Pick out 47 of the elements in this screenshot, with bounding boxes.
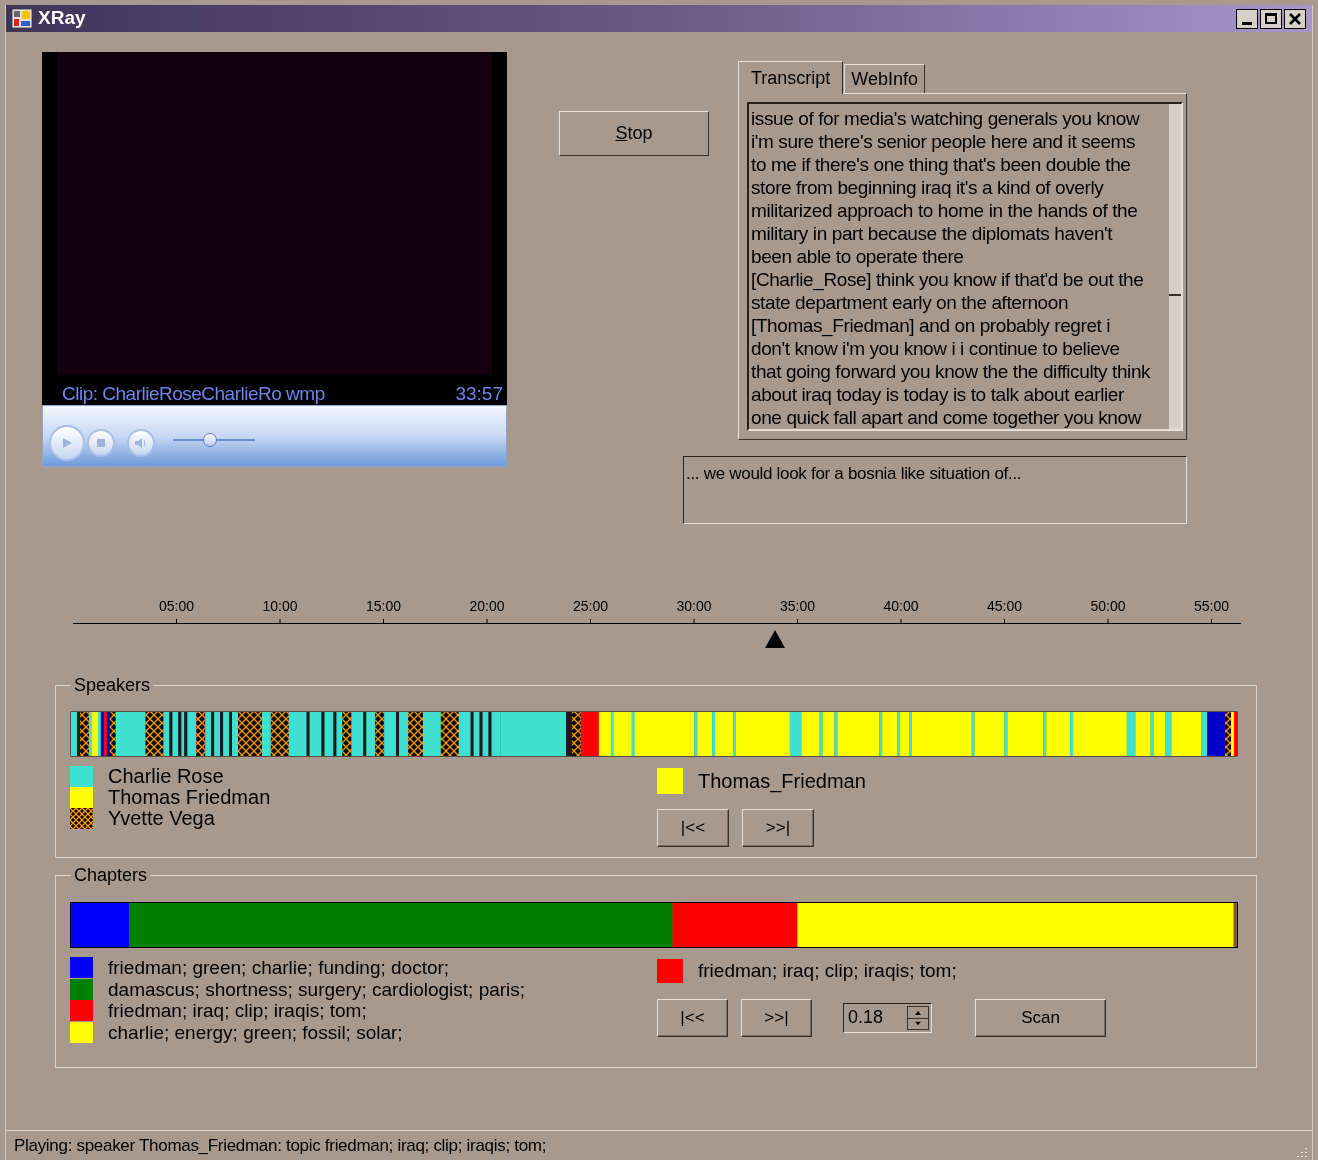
tick-label: 25:00 bbox=[572, 597, 608, 614]
tick-label: 40:00 bbox=[883, 597, 919, 614]
playhead-marker[interactable] bbox=[765, 630, 785, 648]
chapter-topics: friedman; green; charlie; funding; doctor; bbox=[108, 957, 450, 979]
maximize-button[interactable] bbox=[1260, 8, 1282, 29]
close-button[interactable] bbox=[1284, 8, 1306, 29]
chapter-topics: friedman; iraq; clip; iraqis; tom; bbox=[108, 1000, 367, 1022]
threshold-spinner[interactable]: 0.18 bbox=[843, 1002, 932, 1033]
speaker-name: Charlie Rose bbox=[108, 766, 224, 787]
next-button[interactable]: >>| bbox=[742, 809, 814, 847]
tab[interactable]: WebInfo bbox=[844, 64, 926, 93]
transcript-text: issue of for media's watching generals you know i'm sure there's senior people here and it seems to me if there's one thing that's been double the store from beginning iraq it's a kind of overly militarized approach to home in the hands of the military in part because the diplomats haven't been able to operate there [Charlie_Rose] think you know if that'd be out the state department early on the afternoon [Thomas_Friedman] and on probably regret i don't know i'm you know i i continue to believe that going forward you know the the difficulty think about iraq today is today is to talk about earlier one quick fall apart and come together you know bbox=[750, 107, 1152, 429]
tab[interactable]: Transcript bbox=[738, 61, 844, 94]
scan-button[interactable]: Scan bbox=[975, 998, 1106, 1037]
speaker-name: Yvette Vega bbox=[108, 808, 215, 829]
play-icon bbox=[61, 437, 73, 449]
scrollbar[interactable] bbox=[1169, 104, 1181, 429]
close-icon bbox=[1289, 12, 1301, 25]
tick-label: 20:00 bbox=[469, 597, 505, 614]
tick-label: 55:00 bbox=[1193, 597, 1229, 614]
speaker-icon bbox=[134, 438, 148, 448]
group-title: Chapters bbox=[73, 864, 149, 887]
tick-label: 10:00 bbox=[262, 597, 298, 614]
speaker-name: Thomas Friedman bbox=[108, 787, 271, 808]
tick-label: 35:00 bbox=[779, 597, 815, 614]
minimize-button[interactable] bbox=[1236, 8, 1258, 29]
tick-label: 15:00 bbox=[365, 597, 401, 614]
current-chapter: friedman; iraq; clip; iraqis; tom; bbox=[698, 959, 957, 983]
next-button[interactable]: >>| bbox=[741, 998, 812, 1037]
tick-label: 45:00 bbox=[986, 597, 1022, 614]
previous-button[interactable]: |<< bbox=[657, 998, 728, 1037]
clip-time: 33:57 bbox=[455, 383, 503, 405]
chapter-topics: charlie; energy; green; fossil; solar; bbox=[108, 1021, 403, 1043]
stop-button[interactable]: Stop bbox=[559, 111, 709, 156]
clip-name: Clip: CharlieRoseCharlieRo wmp bbox=[62, 383, 325, 405]
window-title: XRay bbox=[38, 6, 86, 31]
previous-button[interactable]: |<< bbox=[657, 809, 729, 847]
app-icon bbox=[12, 9, 32, 28]
caption-box: ... we would look for a bosnia like situation of... bbox=[683, 456, 1187, 524]
tick-label: 50:00 bbox=[1090, 597, 1126, 614]
chapter-topics: damascus; shortness; surgery; cardiologist; paris; bbox=[108, 978, 526, 1000]
current-speaker: Thomas_Friedman bbox=[698, 769, 866, 795]
group-title: Speakers bbox=[73, 674, 152, 697]
tick-label: 30:00 bbox=[676, 597, 712, 614]
status-text: Playing: speaker Thomas_Friedman: topic friedman; iraq; clip; iraqis; tom; bbox=[14, 1134, 547, 1157]
volume-slider[interactable] bbox=[173, 433, 255, 447]
tick-label: 05:00 bbox=[158, 597, 194, 614]
